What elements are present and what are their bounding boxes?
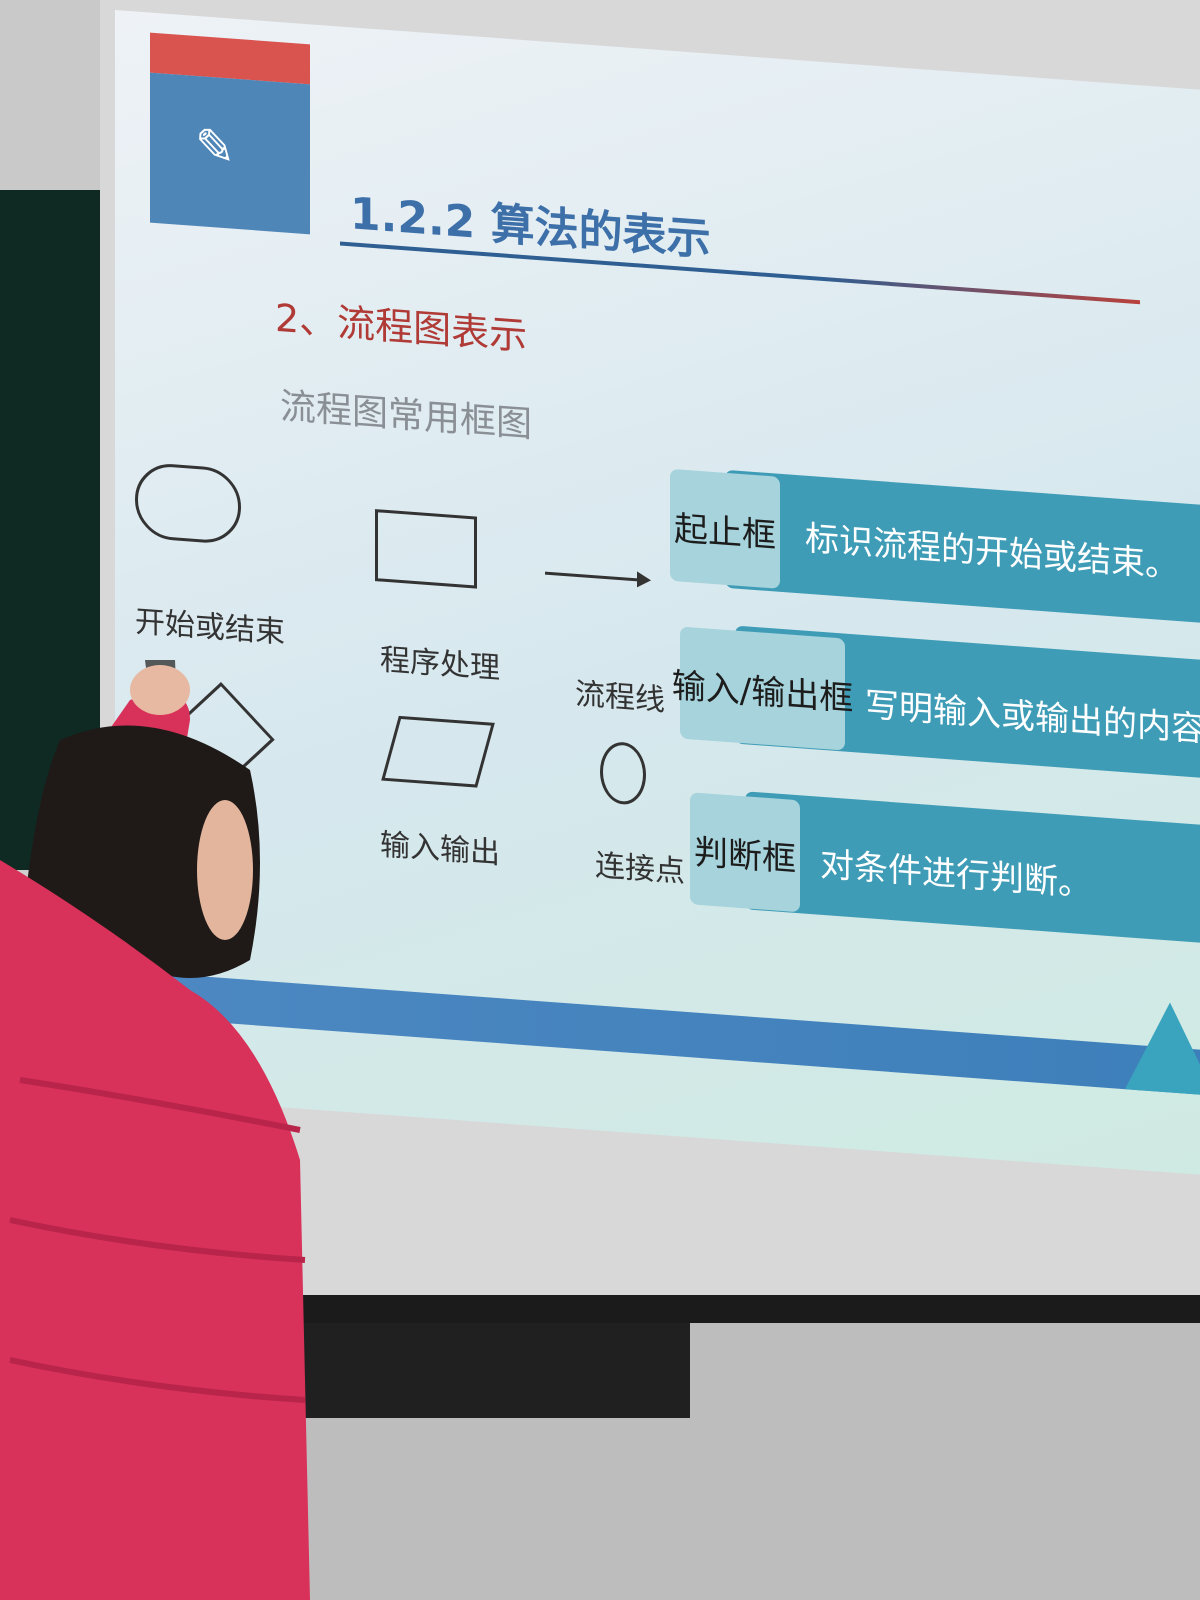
io-parallelogram-shape [381,715,495,788]
oval-label: 开始或结束 [135,604,285,651]
flowline-label: 流程线 [575,676,665,719]
title-underline [340,241,1140,305]
slide-title: 1.2.2 算法的表示 [350,188,711,266]
pencil-icon: ✎ [194,117,236,177]
slide-caption: 流程图常用框图 [280,386,533,446]
definition-tag: 输入/输出框 [672,626,853,751]
slide-subtitle: 2、流程图表示 [275,295,528,359]
slide-corner-triangle [1125,999,1200,1096]
process-rectangle-shape [375,509,477,589]
definition-tag: 起止框 [670,468,780,589]
arrow-head [637,571,651,589]
flowline-arrow-shape [545,571,645,582]
rectangle-label: 程序处理 [380,642,500,687]
connector-circle-shape [600,740,646,806]
screen-roller-bar [300,1295,1200,1323]
presenter-figure [0,660,310,1600]
connector-label: 连接点 [595,848,685,890]
terminal-oval-shape [135,461,241,546]
screen-housing [300,1323,690,1418]
definition-tag: 判断框 [690,792,800,913]
parallelogram-label: 输入输出 [380,827,500,872]
